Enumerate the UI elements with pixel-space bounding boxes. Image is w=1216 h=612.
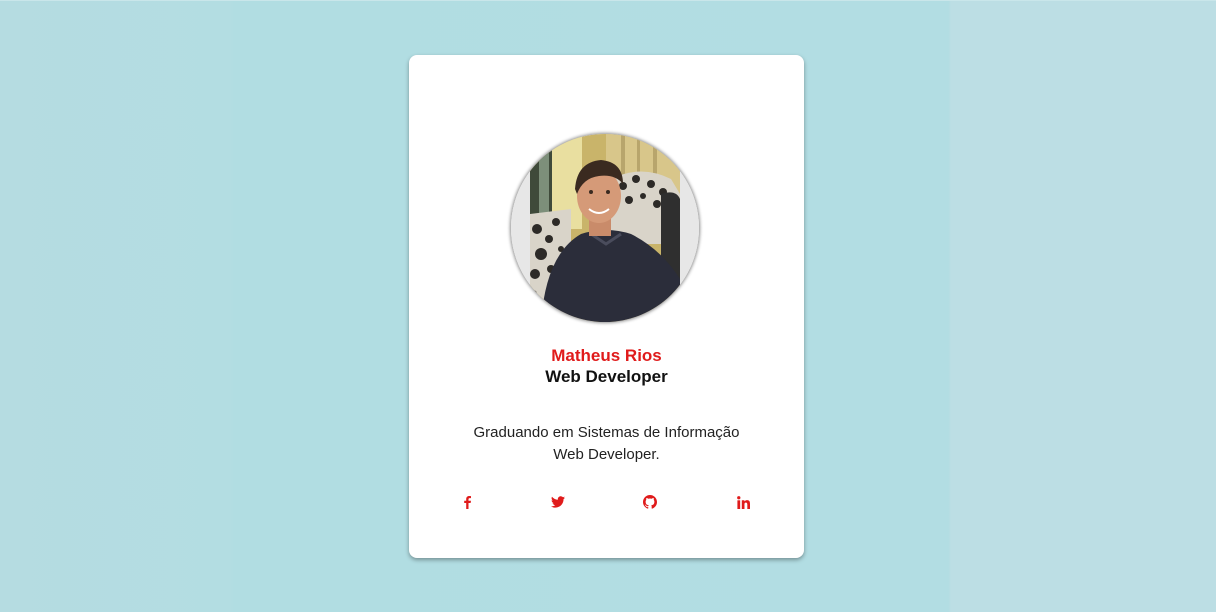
linkedin-icon (736, 495, 750, 509)
bio-line: Web Developer. (553, 446, 660, 463)
top-divider (0, 0, 1216, 1)
bio-line: Graduando em Sistemas de Informação (473, 424, 740, 441)
profile-photo (511, 134, 699, 322)
linkedin-link[interactable] (733, 492, 753, 512)
social-links (409, 492, 804, 512)
github-icon (643, 495, 657, 509)
avatar (511, 134, 699, 322)
profile-name: Matheus Rios (551, 346, 662, 365)
profile-role: Web Developer (545, 367, 668, 386)
facebook-link[interactable] (457, 492, 477, 512)
profile-bio: Graduando em Sistemas de Informação Web … (409, 422, 804, 466)
profile-card: Matheus Rios Web Developer Graduando em … (409, 55, 804, 558)
github-link[interactable] (640, 492, 660, 512)
facebook-icon (464, 496, 471, 509)
twitter-link[interactable] (548, 492, 568, 512)
twitter-icon (551, 496, 565, 508)
